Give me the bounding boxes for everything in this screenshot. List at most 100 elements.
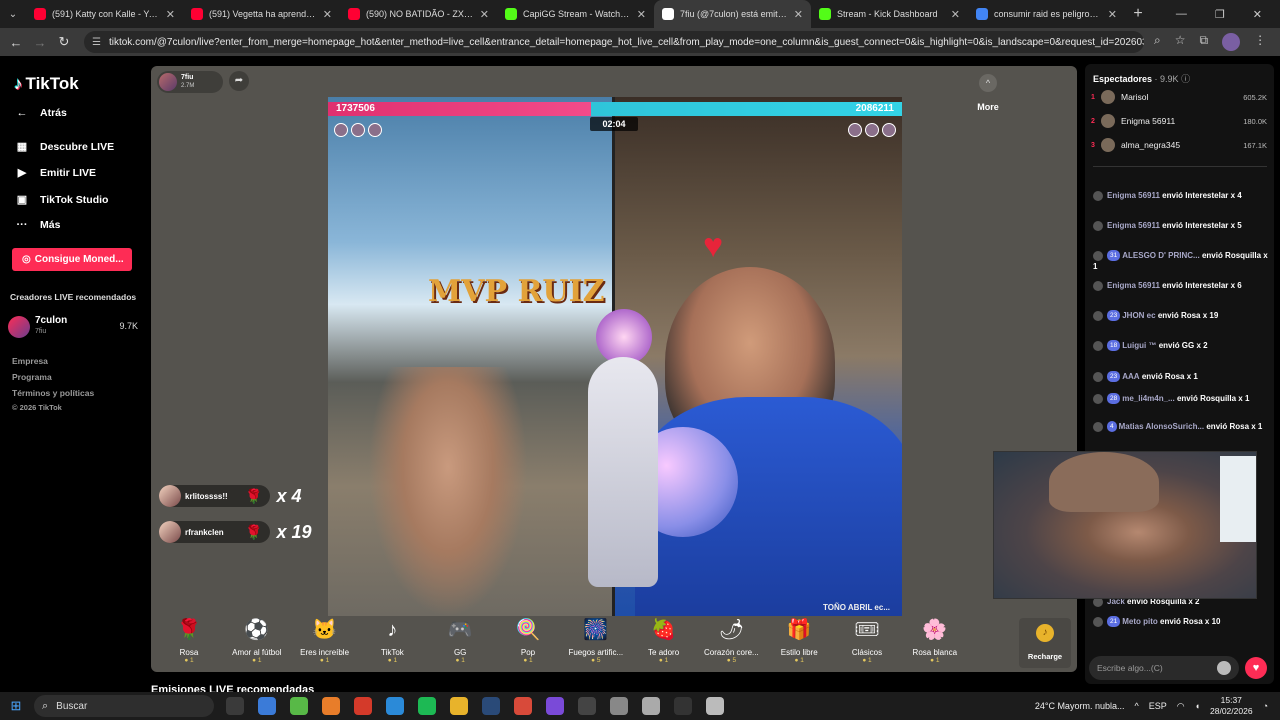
- browser-tab[interactable]: (591) Katty con Kalle - YouTube ✕: [26, 0, 183, 28]
- browser-tab[interactable]: Stream - Kick Dashboard ✕: [811, 0, 968, 28]
- recommended-creator[interactable]: 7culon 7fiu 9.7K: [8, 314, 138, 340]
- lang-indicator[interactable]: ESP: [1149, 701, 1167, 711]
- reload-icon[interactable]: ↻: [52, 34, 76, 50]
- gift-item[interactable]: 🍭 Pop ● 1: [494, 618, 562, 668]
- gift-item[interactable]: ⚽ Amor al fútbol ● 1: [223, 618, 291, 668]
- browser-tab[interactable]: consumir raid es peligroso - Bu ✕: [968, 0, 1125, 28]
- avatar[interactable]: [848, 123, 862, 137]
- task-view-icon[interactable]: [226, 697, 244, 715]
- nav-tiktok-studio[interactable]: ▣ TikTok Studio: [14, 193, 109, 207]
- site-info-icon[interactable]: ☰: [92, 37, 101, 48]
- bookmark-star-icon[interactable]: ☆: [1175, 33, 1186, 51]
- app-icon[interactable]: [610, 697, 628, 715]
- top-viewer-row[interactable]: 2 Enigma 56911 180.0K: [1091, 111, 1267, 131]
- browser-tab[interactable]: (590) NO BATIDÃO - ZXKAI - Yo ✕: [340, 0, 497, 28]
- weather-text[interactable]: 24°C Mayorm. nubla...: [1035, 701, 1125, 711]
- steam-icon[interactable]: [482, 697, 500, 715]
- left-team-avatars[interactable]: [334, 123, 382, 137]
- gift-item[interactable]: 🌸 Rosa blanca ● 1: [901, 618, 969, 668]
- discord-icon[interactable]: [546, 697, 564, 715]
- recharge-button[interactable]: ♪ Recharge: [1019, 618, 1071, 668]
- tiktok-logo[interactable]: ♪ TikTok: [14, 74, 79, 94]
- browser-tab[interactable]: 7fiu (@7culon) está emitien ✕: [654, 0, 811, 28]
- copilot-icon[interactable]: [258, 697, 276, 715]
- gift-item[interactable]: ♪ TikTok ● 1: [358, 618, 426, 668]
- app-icon[interactable]: [322, 697, 340, 715]
- app-icon[interactable]: [354, 697, 372, 715]
- app-icon[interactable]: [290, 697, 308, 715]
- taskbar-clock[interactable]: 15:37 28/02/2026: [1210, 695, 1253, 717]
- top-viewer-row[interactable]: 1 Marisol 605.2K: [1091, 87, 1267, 107]
- chat-username[interactable]: Enigma 56911: [1107, 221, 1160, 230]
- windows-start-icon[interactable]: ⊞: [0, 698, 32, 714]
- new-tab-button[interactable]: +: [1125, 5, 1151, 23]
- app-icon[interactable]: [706, 697, 724, 715]
- avatar[interactable]: [351, 123, 365, 137]
- close-tab-icon[interactable]: ✕: [637, 8, 646, 21]
- info-icon[interactable]: ⓘ: [1181, 74, 1190, 84]
- top-viewer-row[interactable]: 3 alma_negra345 167.1K: [1091, 135, 1267, 155]
- nav-discover-live[interactable]: ▦ Descubre LIVE: [14, 140, 114, 154]
- tray-chevron-icon[interactable]: ^: [1134, 701, 1138, 711]
- spotify-icon[interactable]: [418, 697, 436, 715]
- chat-input[interactable]: Escribe algo...(C): [1089, 656, 1239, 680]
- close-tab-icon[interactable]: ✕: [323, 8, 332, 21]
- zoom-icon[interactable]: ⌕: [1154, 33, 1161, 51]
- chat-username[interactable]: AAA: [1122, 372, 1139, 381]
- app-icon[interactable]: [578, 697, 596, 715]
- gift-item[interactable]: 🌶 Corazón core... ● 5: [697, 618, 765, 668]
- emoji-icon[interactable]: [1217, 661, 1231, 675]
- footer-link-terms[interactable]: Términos y políticas: [12, 388, 94, 398]
- chat-username[interactable]: Meto pito: [1122, 617, 1158, 626]
- app-icon[interactable]: [642, 697, 660, 715]
- profile-avatar-icon[interactable]: [1222, 33, 1241, 51]
- forward-arrow-icon[interactable]: →: [28, 35, 52, 50]
- close-tab-icon[interactable]: ✕: [951, 8, 960, 21]
- chat-username[interactable]: Luigui ™: [1122, 341, 1156, 350]
- chat-username[interactable]: ALESGO D' PRINC...: [1122, 251, 1199, 260]
- gift-item[interactable]: 🐱 Eres increíble ● 1: [291, 618, 359, 668]
- app-icon[interactable]: [674, 697, 692, 715]
- browser-tab[interactable]: CapiGG Stream - Watch Live on ✕: [497, 0, 654, 28]
- back-link[interactable]: ← Atrás: [14, 107, 67, 119]
- avatar[interactable]: [865, 123, 879, 137]
- gift-item[interactable]: 🌹 Rosa ● 1: [155, 618, 223, 668]
- footer-link-company[interactable]: Empresa: [12, 356, 48, 366]
- edge-icon[interactable]: [386, 697, 404, 715]
- minimize-icon[interactable]: —: [1176, 8, 1187, 21]
- chat-username[interactable]: JHON ec: [1122, 311, 1155, 320]
- volume-icon[interactable]: ◖: [1195, 701, 1200, 711]
- share-icon[interactable]: ➦: [229, 71, 249, 91]
- extensions-icon[interactable]: ⧉: [1200, 33, 1209, 51]
- close-tab-icon[interactable]: ✕: [794, 8, 803, 21]
- close-tab-icon[interactable]: ✕: [166, 8, 175, 21]
- get-coins-button[interactable]: ◎ Consigue Moned...: [12, 248, 132, 271]
- browser-tab[interactable]: (591) Vegetta ha aprendido un ✕: [183, 0, 340, 28]
- tab-search-icon[interactable]: ⌄: [0, 3, 26, 25]
- close-window-icon[interactable]: ✕: [1253, 8, 1262, 21]
- more-gifts-button[interactable]: ^ More: [968, 74, 1008, 112]
- gift-item[interactable]: 🎁 Estilo libre ● 1: [765, 618, 833, 668]
- close-tab-icon[interactable]: ✕: [480, 8, 489, 21]
- chrome-icon[interactable]: [514, 697, 532, 715]
- nav-go-live[interactable]: ▶ Emitir LIVE: [14, 166, 96, 180]
- viewers-header[interactable]: Espectadores · 9.9K ⓘ: [1093, 72, 1190, 85]
- url-field[interactable]: ☰ tiktok.com/@7culon/live?enter_from_mer…: [84, 31, 1144, 53]
- browser-menu-icon[interactable]: ⋮: [1254, 33, 1266, 51]
- live-video[interactable]: MVP RUIZ ♥ 1737506 2086211 02:04 TOÑO AB…: [328, 97, 902, 616]
- right-team-avatars[interactable]: [848, 123, 896, 137]
- notifications-icon[interactable]: ◔: [1263, 701, 1268, 711]
- gift-item[interactable]: 🎆 Fuegos artific... ● 5: [562, 618, 630, 668]
- file-explorer-icon[interactable]: [450, 697, 468, 715]
- gift-item[interactable]: 🎟 Clásicos ● 1: [833, 618, 901, 668]
- nav-more[interactable]: ··· Más: [14, 219, 61, 231]
- footer-link-program[interactable]: Programa: [12, 372, 52, 382]
- chat-username[interactable]: Matias AlonsoSurich...: [1119, 422, 1205, 431]
- back-arrow-icon[interactable]: ←: [4, 35, 28, 50]
- avatar[interactable]: [882, 123, 896, 137]
- chat-username[interactable]: Enigma 56911: [1107, 281, 1160, 290]
- wifi-icon[interactable]: ◠: [1177, 701, 1185, 712]
- like-heart-button[interactable]: ♥: [1245, 657, 1267, 679]
- chat-username[interactable]: Enigma 56911: [1107, 191, 1160, 200]
- avatar[interactable]: [368, 123, 382, 137]
